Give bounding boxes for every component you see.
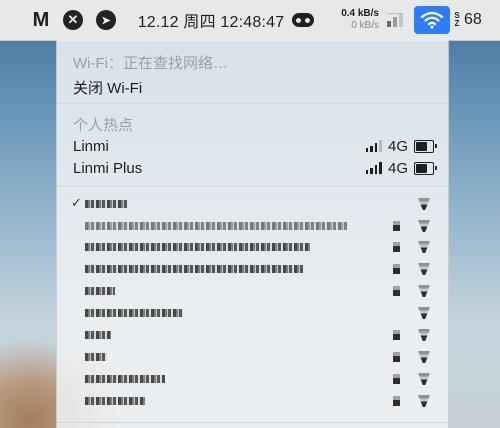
wifi-signal-icon [418,263,430,275]
download-speed: 0 kB/s [351,20,379,31]
wifi-network-item[interactable] [73,370,434,388]
obscured-network-name [85,331,111,339]
wifi-signal-icon [418,307,430,319]
wifi-signal-icon [418,285,430,297]
network-type: 4G [387,159,408,177]
cellular-signal-icon [365,140,382,152]
hotspot-item-linmi[interactable]: Linmi 4G [73,135,437,157]
wifi-signal-icon [418,351,430,363]
lock-icon [393,264,400,274]
battery-icon [414,161,437,175]
wifi-network-item[interactable] [73,260,434,278]
wifi-signal-icon [418,198,430,210]
obscured-network-name [85,265,303,273]
battery-icon [414,139,437,153]
wifi-network-item[interactable] [73,304,434,322]
wifi-network-item[interactable] [73,392,434,410]
control-toggle-icon[interactable] [290,0,316,40]
lock-icon [393,330,400,340]
truncated-status-item[interactable]: 68 [464,0,500,40]
hotspot-name: Linmi [73,137,109,155]
upload-speed: 0.4 kB/s [341,8,379,19]
truncated-status-text: 68 [464,11,482,28]
lock-icon [393,221,400,231]
app-status-icon[interactable]: ✕ [60,0,86,40]
wifi-signal-icon [418,329,430,341]
obscured-network-name [85,243,310,251]
lock-icon [393,396,400,406]
menu-separator [57,186,448,187]
wifi-signal-icon [418,220,430,232]
lock-icon [393,374,400,384]
menu-separator [57,103,448,104]
obscured-network-name [85,309,183,317]
turn-off-wifi-item[interactable]: 关闭 Wi-Fi [73,77,434,98]
menu-separator [57,422,448,423]
obscured-network-name [85,222,347,230]
wifi-icon [420,11,444,29]
lock-icon [393,352,400,362]
wifi-menu-icon[interactable] [414,6,450,34]
cellular-signal-icon [365,162,382,174]
wifi-network-item[interactable] [73,326,434,344]
hotspot-item-linmi-plus[interactable]: Linmi Plus 4G [73,157,437,179]
clock[interactable]: 12.12 周四 12:48:47 [135,0,287,40]
wifi-signal-icon [418,241,430,253]
x-circle-icon: ✕ [63,10,83,30]
obscured-network-name [85,353,107,361]
gmail-icon[interactable]: M [28,0,54,40]
network-type: 4G [387,137,408,155]
wifi-network-item[interactable]: ✓ [71,195,434,213]
arrow-circle-icon: ➤ [96,10,116,30]
lock-icon [393,286,400,296]
network-speed-monitor[interactable]: 0.4 kB/s 0 kB/s [323,0,379,40]
menu-bar: M ✕ ➤ 12.12 周四 12:48:47 0.4 kB/s 0 kB/s … [0,0,500,41]
obscured-network-name [85,397,145,405]
obscured-network-name [85,287,115,295]
lock-icon [393,242,400,252]
wifi-signal-icon [418,395,430,407]
wifi-network-item[interactable] [73,217,434,235]
toggle-switch-icon [292,13,314,27]
wifi-network-item[interactable] [73,348,434,366]
obscured-network-name [85,200,127,208]
hotspot-header: 个人热点 [73,117,134,134]
wifi-signal-icon [418,373,430,385]
wifi-status: Wi-Fi：正在查找网络… [73,55,228,72]
wifi-network-item[interactable] [73,238,434,256]
checkmark-icon: ✓ [71,195,82,210]
hotspot-name: Linmi Plus [73,159,143,177]
wifi-network-item[interactable] [73,282,434,300]
obscured-network-name [85,375,165,383]
location-icon[interactable]: ➤ [93,0,119,40]
activity-bars-icon[interactable] [385,0,405,40]
input-source-indicator[interactable]: SZ [452,0,462,40]
wifi-dropdown-menu: Wi-Fi：正在查找网络… 关闭 Wi-Fi 个人热点 Linmi 4G Lin… [56,40,449,428]
